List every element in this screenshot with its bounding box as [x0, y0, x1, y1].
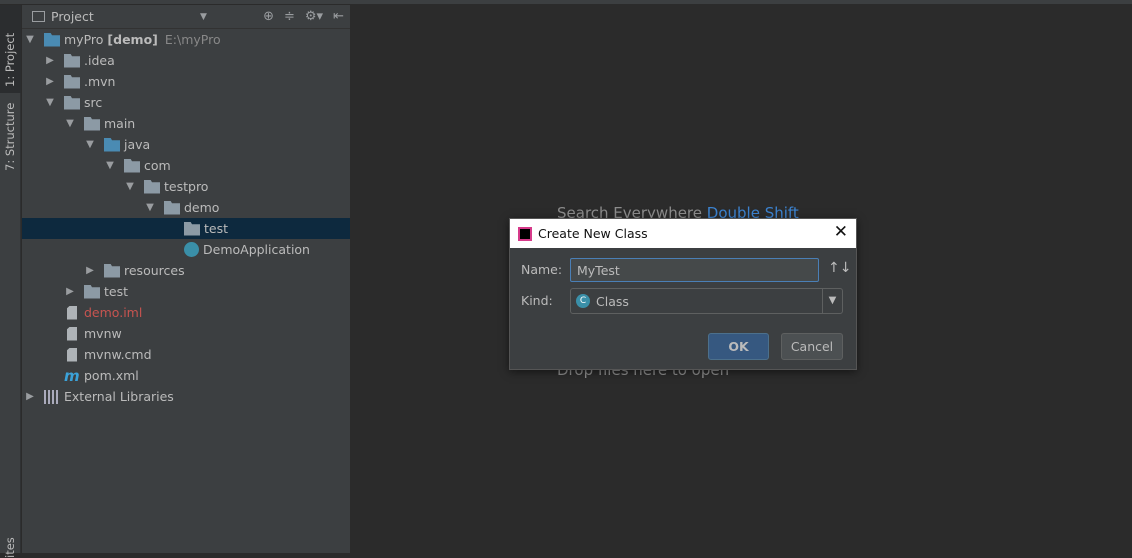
- sort-arrows-icon[interactable]: ↑↓: [828, 260, 851, 276]
- class-icon: C: [576, 294, 590, 308]
- tree-item[interactable]: ▶ .mvn: [22, 71, 350, 92]
- ok-button[interactable]: OK: [708, 333, 769, 360]
- tree-item[interactable]: ▼ com: [22, 155, 350, 176]
- project-view-icon: [32, 11, 45, 22]
- folder-icon: [84, 116, 100, 131]
- tool-window-strip: 1: Project 7: Structure ites: [0, 5, 21, 558]
- expanded-arrow-icon[interactable]: ▼: [24, 34, 36, 45]
- project-panel-header: Project ▼ ⊕ ≑ ⚙▾ ⇤: [22, 5, 350, 29]
- folder-icon: [64, 53, 80, 68]
- folder-icon: [84, 284, 100, 299]
- text-file-icon: [67, 347, 77, 362]
- folder-icon: [64, 95, 80, 110]
- tree-item[interactable]: demo.iml: [22, 302, 350, 323]
- package-icon: [184, 221, 200, 236]
- project-view-selector[interactable]: Project: [51, 9, 94, 24]
- resources-folder-icon: [104, 263, 120, 278]
- collapsed-arrow-icon[interactable]: ▶: [64, 286, 76, 297]
- dialog-title: Create New Class: [538, 226, 648, 241]
- tree-item-label: resources: [124, 263, 185, 278]
- tree-item-label: main: [104, 116, 136, 131]
- dropdown-arrow-icon[interactable]: ▼: [822, 289, 842, 313]
- tree-item[interactable]: ▶ .idea: [22, 50, 350, 71]
- tab-project[interactable]: 1: Project: [0, 5, 21, 93]
- name-label: Name:: [521, 262, 563, 277]
- expanded-arrow-icon[interactable]: ▼: [124, 181, 136, 192]
- tree-item-label: mvnw.cmd: [84, 347, 152, 362]
- folder-icon: [64, 74, 80, 89]
- expanded-arrow-icon[interactable]: ▼: [104, 160, 116, 171]
- text-file-icon: [67, 326, 77, 341]
- package-icon: [144, 179, 160, 194]
- collapse-all-icon[interactable]: ≑: [284, 9, 295, 24]
- tree-item-label: DemoApplication: [203, 242, 310, 257]
- cancel-button[interactable]: Cancel: [781, 333, 843, 360]
- tree-item[interactable]: ▶ External Libraries: [22, 386, 350, 407]
- maven-icon: m: [64, 366, 80, 385]
- kind-value: Class: [596, 293, 629, 309]
- tab-favorites[interactable]: ites: [0, 528, 21, 558]
- tree-item-label: myPro: [64, 32, 104, 47]
- package-icon: [124, 158, 140, 173]
- tree-item-label: demo: [184, 200, 220, 215]
- collapsed-arrow-icon[interactable]: ▶: [44, 55, 56, 66]
- hide-icon[interactable]: ⇤: [333, 9, 344, 24]
- gear-icon[interactable]: ⚙▾: [305, 9, 323, 24]
- tree-item-label: External Libraries: [64, 389, 174, 404]
- tree-item-label: .idea: [84, 53, 115, 68]
- kind-label: Kind:: [521, 293, 553, 308]
- expanded-arrow-icon[interactable]: ▼: [64, 118, 76, 129]
- tree-item-label: com: [144, 158, 171, 173]
- tree-item-label: src: [84, 95, 103, 110]
- tree-item[interactable]: ▶ test: [22, 281, 350, 302]
- locate-icon[interactable]: ⊕: [263, 9, 274, 24]
- source-folder-icon: [104, 137, 120, 152]
- close-icon[interactable]: ✕: [834, 222, 848, 242]
- tree-item-label: testpro: [164, 179, 209, 194]
- tree-item[interactable]: DemoApplication: [22, 239, 350, 260]
- iml-file-icon: [67, 305, 77, 320]
- tree-item[interactable]: ▼ demo: [22, 197, 350, 218]
- tree-item[interactable]: ▼ myPro [demo] E:\myPro: [22, 29, 350, 50]
- tree-item[interactable]: test: [22, 218, 350, 239]
- tree-item[interactable]: ▼ main: [22, 113, 350, 134]
- project-panel: Project ▼ ⊕ ≑ ⚙▾ ⇤ ▼ myPro [demo] E:\myPro ▶…: [22, 5, 351, 553]
- spring-class-icon: [184, 242, 199, 257]
- chevron-down-icon[interactable]: ▼: [200, 12, 207, 22]
- tree-item[interactable]: mvnw.cmd: [22, 344, 350, 365]
- create-new-class-dialog: Create New Class ✕ Name: ↑↓ Kind: C Clas…: [509, 218, 857, 370]
- collapsed-arrow-icon[interactable]: ▶: [44, 76, 56, 87]
- expanded-arrow-icon[interactable]: ▼: [144, 202, 156, 213]
- expanded-arrow-icon[interactable]: ▼: [84, 139, 96, 150]
- tree-item-label: java: [124, 137, 151, 152]
- tab-structure[interactable]: 7: Structure: [0, 98, 21, 183]
- tree-item-label: mvnw: [84, 326, 122, 341]
- tree-item-label: test: [104, 284, 129, 299]
- tree-item[interactable]: mvnw: [22, 323, 350, 344]
- name-input[interactable]: [570, 258, 819, 282]
- tree-item[interactable]: ▼ src: [22, 92, 350, 113]
- tree-item[interactable]: ▼ testpro: [22, 176, 350, 197]
- module-name: [demo]: [107, 32, 158, 47]
- tree-item-label: demo.iml: [84, 305, 143, 320]
- libraries-icon: [44, 389, 60, 404]
- package-icon: [164, 200, 180, 215]
- tree-item-label: .mvn: [84, 74, 116, 89]
- tree-item-label: pom.xml: [84, 368, 139, 383]
- kind-select[interactable]: C Class ▼: [570, 288, 843, 314]
- tree-item[interactable]: ▼ java: [22, 134, 350, 155]
- tree-item[interactable]: ▶ resources: [22, 260, 350, 281]
- tree-item[interactable]: m pom.xml: [22, 365, 350, 386]
- module-path: E:\myPro: [164, 32, 221, 47]
- intellij-logo-icon: [518, 226, 532, 241]
- dialog-title-bar: Create New Class ✕: [510, 219, 856, 248]
- expanded-arrow-icon[interactable]: ▼: [44, 97, 56, 108]
- collapsed-arrow-icon[interactable]: ▶: [24, 391, 36, 402]
- collapsed-arrow-icon[interactable]: ▶: [84, 265, 96, 276]
- module-folder-icon: [44, 32, 60, 47]
- tree-item-label: test: [204, 221, 229, 236]
